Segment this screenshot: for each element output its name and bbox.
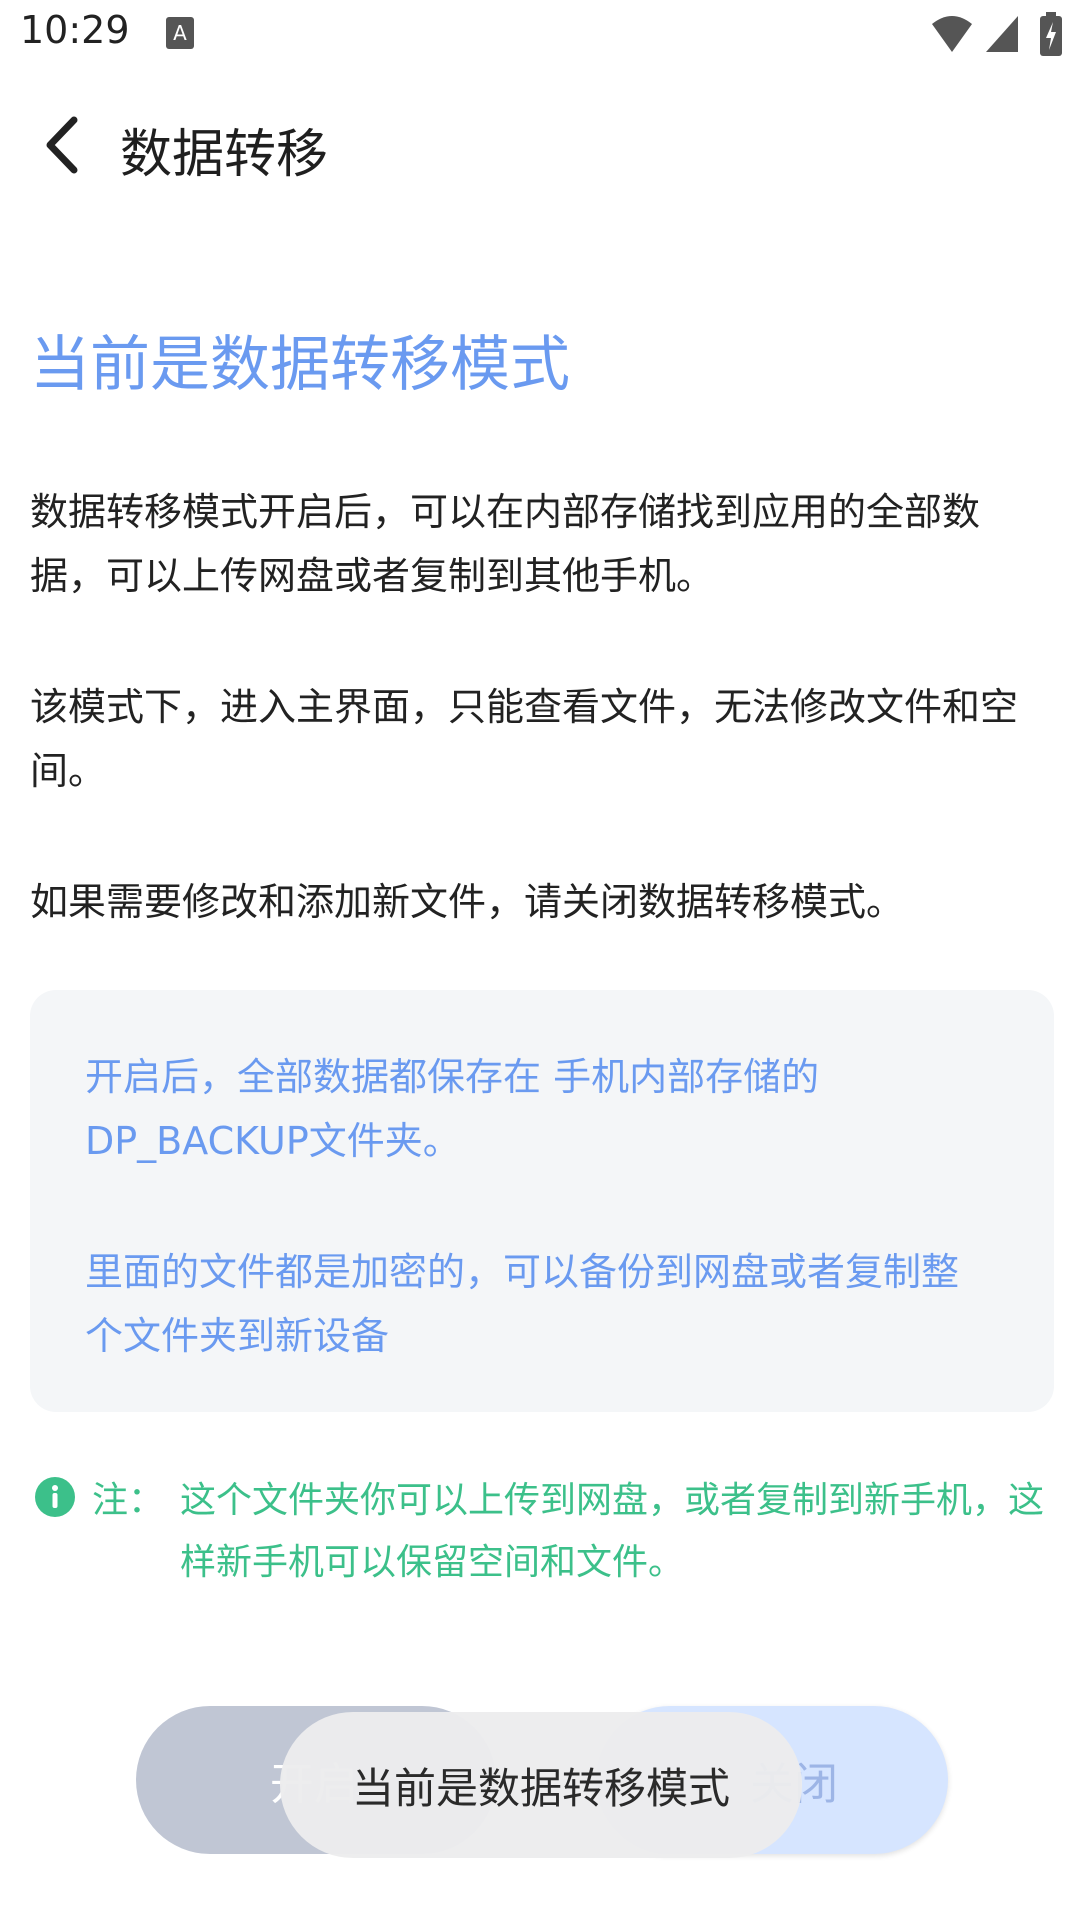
svg-text:A: A xyxy=(173,21,187,45)
wifi-icon xyxy=(932,16,972,52)
info-box-text-2: 里面的文件都是加密的，可以备份到网盘或者复制整个文件夹到新设备 xyxy=(85,1250,960,1358)
status-time: 10:29 xyxy=(20,8,130,52)
info-box-text-1: 开启后，全部数据都保存在 手机内部存储的DP_BACKUP文件夹。 xyxy=(85,1055,820,1163)
toast-message: 当前是数据转移模式 xyxy=(280,1712,802,1858)
info-box: 开启后，全部数据都保存在 手机内部存储的DP_BACKUP文件夹。 里面的文件都… xyxy=(30,990,1054,1412)
note-label: 注： xyxy=(92,1480,165,1521)
description-paragraph-1: 数据转移模式开启后，可以在内部存储找到应用的全部数据，可以上传网盘或者复制到其他… xyxy=(30,490,981,598)
note: 注： 这个文件夹你可以上传到网盘，或者复制到新手机，这样新手机可以保留空间和文件… xyxy=(30,1470,1060,1610)
page-title: 数据转移 xyxy=(120,125,329,185)
mode-title: 当前是数据转移模式 xyxy=(30,330,570,400)
back-button[interactable] xyxy=(30,108,100,182)
cell-signal-icon xyxy=(986,16,1018,52)
battery-charging-icon xyxy=(1040,12,1062,56)
chevron-left-icon xyxy=(46,116,78,174)
description-paragraph-3: 如果需要修改和添加新文件，请关闭数据转移模式。 xyxy=(30,880,905,924)
status-bar: 10:29 A xyxy=(0,0,1080,72)
info-icon xyxy=(35,1477,75,1517)
app-bar: 数据转移 xyxy=(0,90,1080,200)
description-paragraph-2: 该模式下，进入主界面，只能查看文件，无法修改文件和空间。 xyxy=(30,685,1019,793)
a-letter-notification-icon: A xyxy=(166,17,194,49)
note-text: 这个文件夹你可以上传到网盘，或者复制到新手机，这样新手机可以保留空间和文件。 xyxy=(180,1480,1045,1583)
